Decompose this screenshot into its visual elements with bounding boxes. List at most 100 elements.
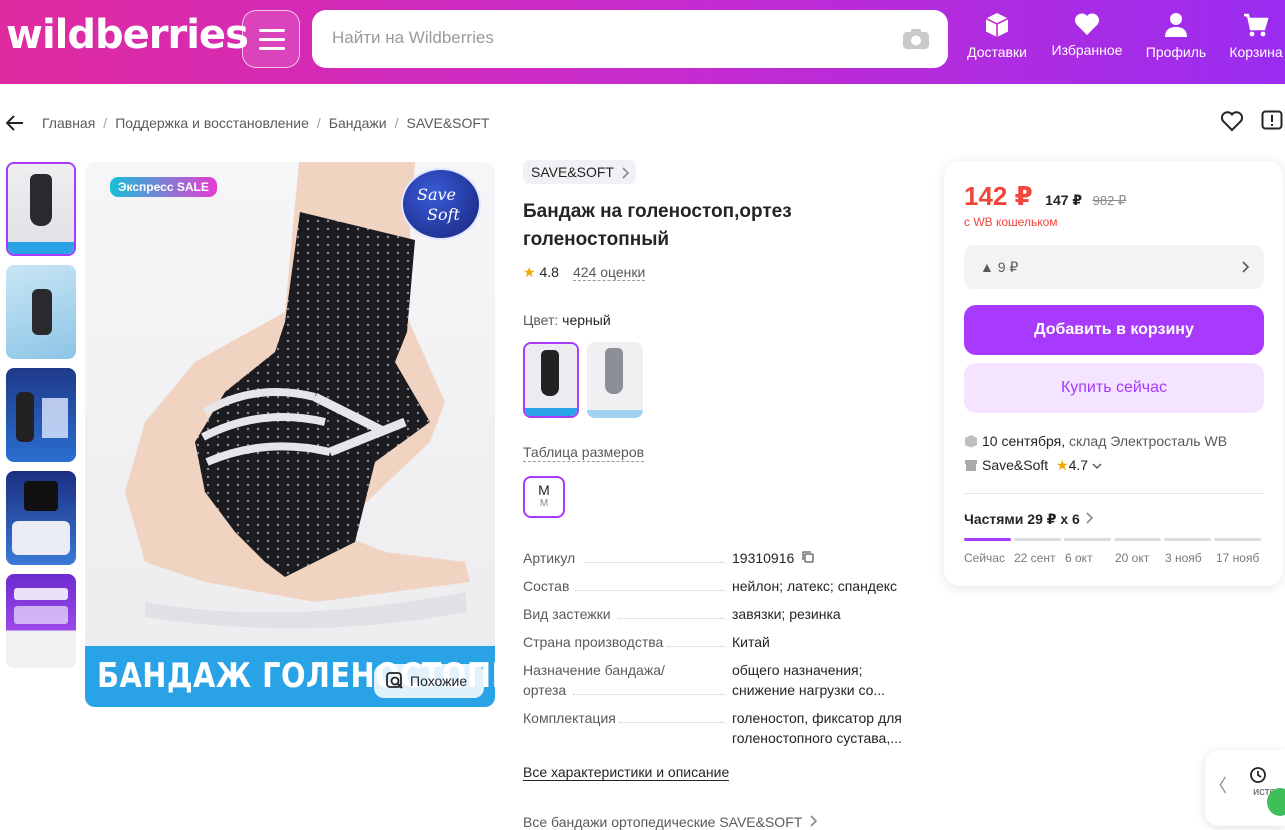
top-header: wildberries Доставки Избранное Профиль — [0, 0, 1285, 84]
breadcrumb-list: Главная / Поддержка и восстановление / Банда… — [42, 115, 490, 131]
breadcrumb-support[interactable]: Поддержка и восстановление — [115, 115, 309, 131]
user-icon — [1165, 13, 1187, 37]
brand-chip[interactable]: SAVE&SOFT — [523, 160, 636, 184]
chevron-right-icon — [1242, 261, 1250, 273]
product-info: SAVE&SOFT Бандаж на голеностоп,ортез гол… — [523, 160, 923, 830]
star-icon: ★ — [1056, 457, 1069, 473]
breadcrumb-brand[interactable]: SAVE&SOFT — [407, 115, 490, 131]
wildberries-logo[interactable]: wildberries — [6, 12, 249, 58]
rating-row: ★ 4.8 424 оценки — [523, 264, 923, 284]
delivery-date: 10 сентября, — [982, 433, 1066, 449]
price-drop-row[interactable]: ▲ 9 ₽ — [964, 245, 1264, 289]
delivery-warehouse: склад Электросталь WB — [1068, 433, 1228, 449]
price-row: 142 ₽ 147 ₽ 982 ₽ — [964, 181, 1126, 212]
history-widget[interactable]: 〈 истор — [1205, 750, 1285, 826]
spec-row: Вид застежки завязки; резинка — [523, 604, 923, 632]
thumbnail-4[interactable] — [6, 471, 76, 565]
nav-favorites-label: Избранное — [1051, 42, 1123, 58]
thumbnail-3[interactable] — [6, 368, 76, 462]
wallet-note: с WB кошельком — [964, 215, 1058, 229]
heart-icon — [1074, 13, 1100, 35]
spec-value: 19310916 — [732, 548, 912, 568]
swatch-gray[interactable] — [587, 342, 643, 418]
thumbnail-2[interactable] — [6, 265, 76, 359]
spec-value: завязки; резинка — [732, 606, 841, 622]
spec-key: Артикул — [523, 550, 576, 566]
installment-date: 20 окт — [1115, 551, 1150, 565]
svg-text:Soft: Soft — [427, 205, 461, 224]
spec-row: Комплектация голеностоп, фиксатор для го… — [523, 708, 923, 756]
similar-label: Похожие — [410, 673, 468, 689]
spec-value: общего назначения; снижение нагрузки со.… — [732, 662, 886, 698]
price-drop-value: ▲ 9 ₽ — [980, 259, 1019, 275]
nav-cart[interactable]: Корзина — [1216, 12, 1285, 60]
size-sub: M — [539, 498, 549, 509]
all-brand-link[interactable]: Все бандажи ортопедические SAVE&SOFT — [523, 814, 923, 830]
price-old: 982 ₽ — [1092, 193, 1127, 208]
box-icon — [965, 435, 977, 448]
nav-cart-label: Корзина — [1229, 44, 1283, 60]
divider — [964, 493, 1264, 494]
thumbnail-1[interactable] — [6, 162, 76, 256]
breadcrumb: Главная / Поддержка и восстановление / Банда… — [0, 110, 1285, 136]
all-specs-link[interactable]: Все характеристики и описание — [523, 764, 730, 781]
product-title: Бандаж на голеностоп,ортез голеностопный — [523, 201, 792, 250]
delivery-info: 10 сентября, склад Электросталь WB — [964, 433, 1227, 449]
nav-profile-label: Профиль — [1145, 44, 1207, 60]
add-favorite-heart-icon[interactable] — [1220, 110, 1244, 132]
cart-icon — [1244, 13, 1269, 37]
express-sale-badge: Экспресс SALE — [110, 177, 217, 197]
size-option-m[interactable]: M M — [523, 476, 565, 518]
thumbnail-list — [6, 162, 78, 677]
spec-row: Назначение бандажа/ ортеза общего назнач… — [523, 660, 923, 708]
breadcrumb-home[interactable]: Главная — [42, 115, 95, 131]
chevron-left-icon: 〈 — [1209, 776, 1227, 796]
spec-value: голеностоп, фиксатор для голеностопного … — [732, 710, 902, 746]
main-product-image[interactable]: Экспресс SALE Save Soft БАНДАЖ ГОЛЕНОСТО… — [85, 162, 495, 707]
installment-date: 17 нояб — [1216, 551, 1260, 565]
thumbnail-5[interactable] — [6, 574, 76, 668]
buy-now-button[interactable]: Купить сейчас — [964, 363, 1264, 413]
installments-label: Частями 29 ₽ x 6 — [964, 511, 1080, 527]
camera-icon[interactable] — [902, 28, 930, 50]
installment-date: 3 нояб — [1165, 551, 1202, 565]
all-brand-label: Все бандажи ортопедические SAVE&SOFT — [523, 814, 803, 830]
nav-favorites[interactable]: Избранное — [1047, 12, 1127, 58]
search-input[interactable] — [332, 28, 872, 48]
seller-info[interactable]: Save&Soft ★4.7 — [964, 457, 1102, 474]
back-arrow-icon[interactable] — [6, 114, 24, 132]
seller-name: Save&Soft — [982, 457, 1049, 473]
chevron-right-icon — [622, 167, 630, 179]
reviews-link[interactable]: 424 оценки — [573, 264, 646, 281]
installment-progress — [964, 538, 1264, 542]
save-soft-logo: Save Soft — [401, 168, 481, 240]
color-value: черный — [562, 312, 611, 328]
image-search-icon — [386, 672, 403, 689]
installments-link[interactable]: Частями 29 ₽ x 6 — [964, 511, 1094, 528]
article-number: 19310916 — [732, 550, 795, 566]
installment-date: 6 окт — [1065, 551, 1093, 565]
nav-deliveries[interactable]: Доставки — [957, 12, 1037, 60]
nav-profile[interactable]: Профиль — [1136, 12, 1216, 60]
specs-list: Артикул 19310916 Состав нейлон; латекс; … — [523, 548, 923, 756]
add-to-cart-button[interactable]: Добавить в корзину — [964, 305, 1264, 355]
copy-icon[interactable] — [802, 551, 814, 563]
color-swatches — [523, 342, 923, 420]
price-regular: 147 ₽ — [1045, 192, 1083, 208]
chevron-right-icon — [810, 815, 818, 827]
swatch-black[interactable] — [523, 342, 579, 418]
installment-date: Сейчас — [964, 551, 1005, 565]
chevron-right-icon — [1086, 512, 1093, 524]
breadcrumb-bandages[interactable]: Бандажи — [329, 115, 387, 131]
brand-name: SAVE&SOFT — [531, 164, 614, 180]
report-icon[interactable] — [1261, 110, 1283, 132]
similar-button[interactable]: Похожие — [374, 664, 484, 698]
color-label: Цвет: черный — [523, 312, 923, 328]
menu-button[interactable] — [242, 10, 300, 68]
search-bar — [312, 10, 948, 68]
shop-icon — [965, 460, 977, 471]
size-table-link[interactable]: Таблица размеров — [523, 444, 645, 462]
chevron-down-icon — [1092, 463, 1102, 470]
svg-text:Save: Save — [417, 185, 456, 204]
spec-value: нейлон; латекс; спандекс — [732, 578, 898, 594]
